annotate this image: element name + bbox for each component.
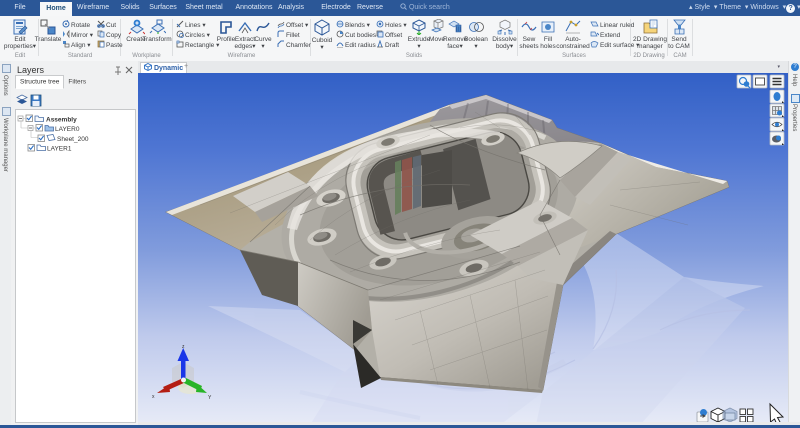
svg-text:Sheet_200: Sheet_200 [57, 136, 89, 143]
svg-text:LAYER0: LAYER0 [55, 126, 80, 133]
svg-text:Assembly: Assembly [46, 117, 77, 124]
svg-text:LAYER1: LAYER1 [47, 146, 72, 153]
